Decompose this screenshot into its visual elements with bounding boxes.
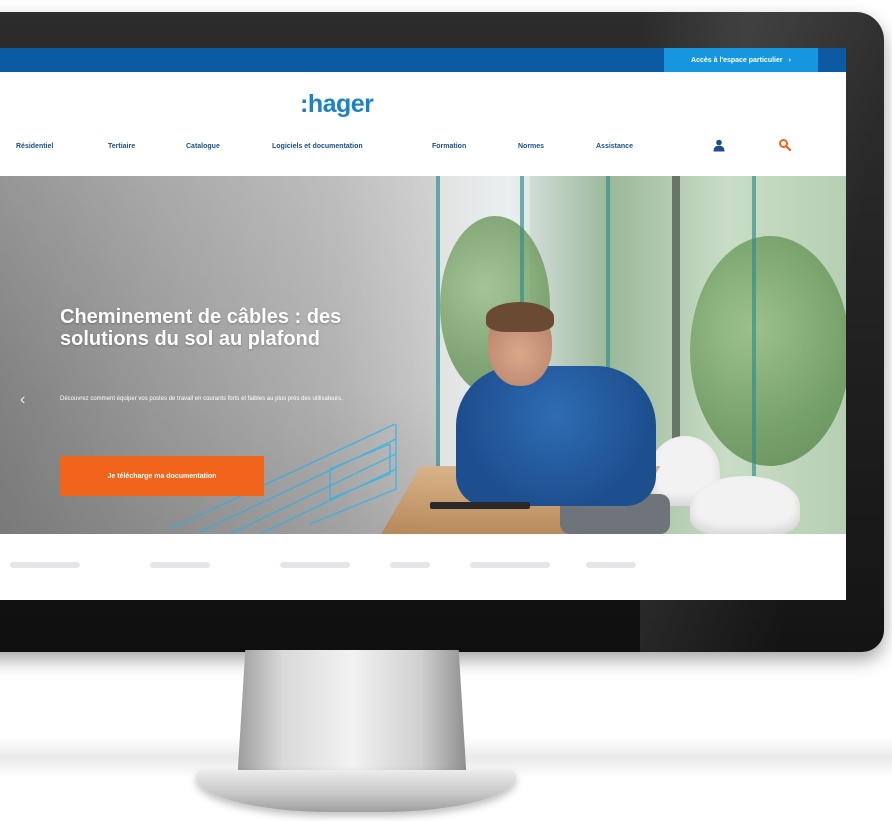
nav-item-catalogue[interactable]: Catalogue <box>186 143 220 150</box>
placeholder-text <box>586 562 636 568</box>
search-icon[interactable] <box>778 138 798 158</box>
screen: Accès à l'espace particulier › :hager Ré… <box>0 48 846 600</box>
top-bar: Accès à l'espace particulier › <box>0 48 846 72</box>
monitor-stand-base <box>196 770 516 812</box>
placeholder-text <box>280 562 350 568</box>
content-strip <box>0 542 846 600</box>
hero-description: Découvrez comment équiper vos postes de … <box>60 396 343 402</box>
hero-chair <box>690 476 800 534</box>
private-space-label: Accès à l'espace particulier <box>691 56 783 64</box>
hero-window-frame <box>752 176 756 476</box>
placeholder-text <box>470 562 550 568</box>
nav-item-logiciels[interactable]: Logiciels et documentation <box>272 143 363 150</box>
hero-laptop <box>430 502 530 509</box>
hero-tree <box>690 236 846 466</box>
placeholder-text <box>150 562 210 568</box>
hero-window-frame <box>672 176 680 476</box>
main-nav: Résidentiel Tertiaire Catalogue Logiciel… <box>0 138 846 160</box>
hero-banner: ‹ Cheminement de câbles : des solutions … <box>0 176 846 534</box>
hero-person <box>456 366 656 506</box>
placeholder-text <box>10 562 80 568</box>
download-documentation-button[interactable]: Je télécharge ma documentation <box>60 456 264 496</box>
private-space-button[interactable]: Accès à l'espace particulier › <box>664 48 818 72</box>
nav-item-assistance[interactable]: Assistance <box>596 143 633 150</box>
user-icon[interactable] <box>712 138 732 158</box>
hager-logo[interactable]: :hager <box>300 90 390 120</box>
nav-item-residentiel[interactable]: Résidentiel <box>16 143 53 150</box>
nav-item-tertiaire[interactable]: Tertiaire <box>108 143 135 150</box>
nav-item-formation[interactable]: Formation <box>432 143 466 150</box>
chevron-right-icon: › <box>788 56 791 64</box>
placeholder-text <box>390 562 430 568</box>
nav-item-normes[interactable]: Normes <box>518 143 544 150</box>
chevron-left-icon[interactable]: ‹ <box>20 391 25 409</box>
hero-title: Cheminement de câbles : des solutions du… <box>60 306 342 350</box>
hero-person <box>486 302 554 332</box>
